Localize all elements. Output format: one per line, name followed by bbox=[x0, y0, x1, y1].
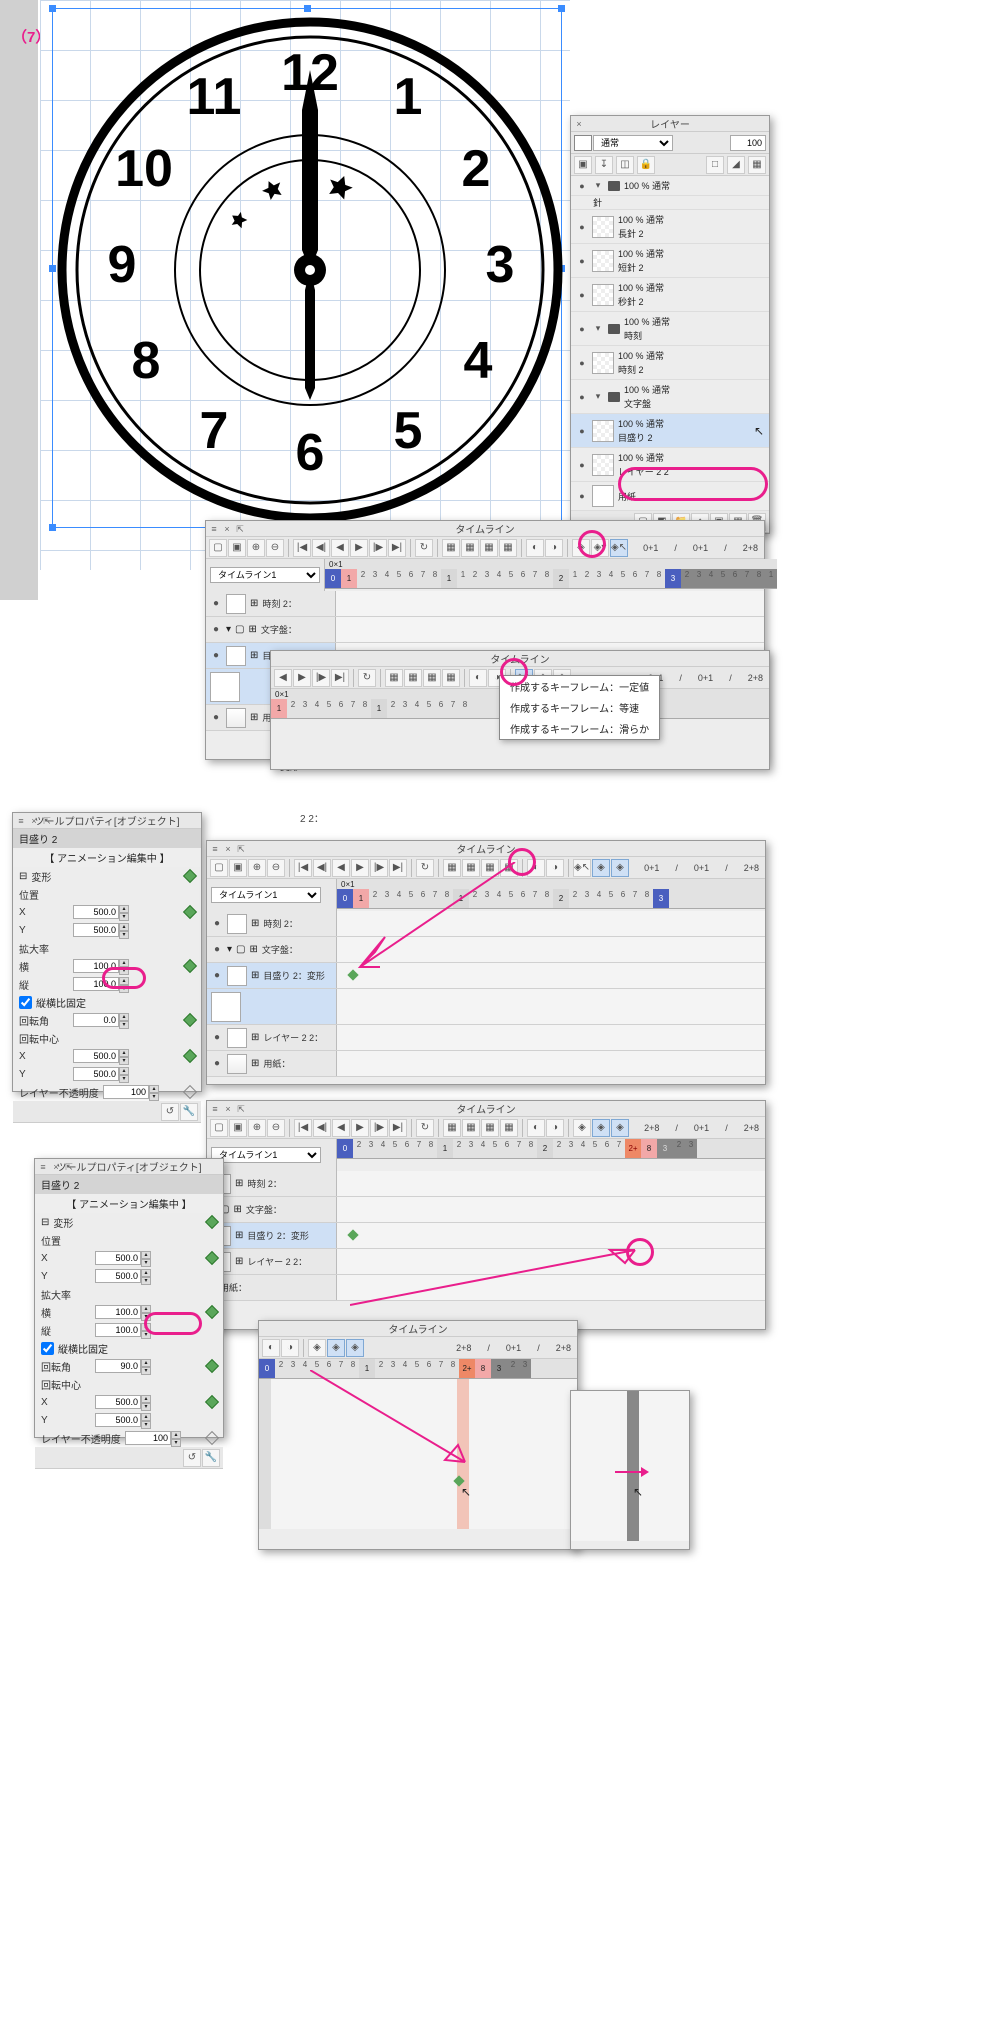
layer-item-selected[interactable]: ●100 % 通常目盛り 2↖ bbox=[571, 414, 769, 448]
tool-property-1: ≡×⇱ツールプロパティ[オブジェクト] 目盛り 2 【 アニメーション編集中 】… bbox=[12, 812, 202, 1092]
rotation-input-90[interactable] bbox=[95, 1359, 141, 1373]
blend-mode-select[interactable]: 通常 bbox=[593, 135, 673, 151]
rotation-input[interactable] bbox=[73, 1013, 119, 1027]
menu-smooth[interactable]: 作成するキーフレーム：滑らか bbox=[500, 718, 659, 739]
center-y-input[interactable] bbox=[73, 1067, 119, 1081]
zoom-in-icon[interactable]: ⊕ bbox=[247, 539, 265, 557]
keyframe-add-icon[interactable]: ◈ bbox=[572, 539, 590, 557]
tool-property-2: ≡×⇱ツールプロパティ[オブジェクト] 目盛り 2 【 アニメーション編集中 】… bbox=[34, 1158, 224, 1438]
ref-layer-icon[interactable]: ↧ bbox=[595, 156, 613, 174]
pos-x-input[interactable] bbox=[73, 905, 119, 919]
menu-constant[interactable]: 作成するキーフレーム：一定値 bbox=[500, 676, 659, 697]
next-frame-icon[interactable]: |▶ bbox=[369, 539, 387, 557]
svg-text:3: 3 bbox=[486, 236, 515, 294]
svg-text:4: 4 bbox=[464, 332, 493, 390]
svg-text:11: 11 bbox=[187, 68, 242, 126]
menu-linear[interactable]: 作成するキーフレーム：等速 bbox=[500, 697, 659, 718]
lock-aspect-checkbox[interactable] bbox=[19, 996, 32, 1009]
lock-layer-icon[interactable]: ▣ bbox=[574, 156, 592, 174]
layer-item[interactable]: ●100 % 通常時刻 2 bbox=[571, 346, 769, 380]
onion-icon[interactable]: ◐ bbox=[526, 539, 544, 557]
layer-item[interactable]: ●用紙 bbox=[571, 482, 769, 511]
light-table-icon[interactable]: ◑ bbox=[545, 539, 563, 557]
svg-text:1: 1 bbox=[394, 68, 423, 126]
layer-item[interactable]: ●100 % 通常レイヤー 2 2 bbox=[571, 448, 769, 482]
scale-h-input[interactable] bbox=[73, 977, 119, 991]
lock-icon[interactable]: 🔒 bbox=[637, 156, 655, 174]
svg-text:10: 10 bbox=[115, 140, 173, 198]
svg-text:6: 6 bbox=[296, 424, 325, 482]
timeline-panel-2: タイムライン ◀▶|▶▶| ↻ ▦▦▦▦ ◐◑ ◈↖◈◈ 0+1/0+1/2+8… bbox=[270, 650, 770, 770]
pos-y-input[interactable] bbox=[73, 923, 119, 937]
timeline-panel-5: タイムライン ◐◑◈◈◈ 2+8/0+1/2+8 02345678 123456… bbox=[258, 1320, 578, 1550]
ruler-icon[interactable]: ◢ bbox=[727, 156, 745, 174]
go-end-icon[interactable]: ▶| bbox=[388, 539, 406, 557]
layer-folder[interactable]: ●▾100 % 通常 bbox=[571, 176, 769, 196]
layer-color-icon[interactable]: ▦ bbox=[748, 156, 766, 174]
layer-item[interactable]: ●100 % 通常長針 2 bbox=[571, 210, 769, 244]
opacity-input[interactable] bbox=[103, 1085, 149, 1099]
layer-list: ●▾100 % 通常 針 ●100 % 通常長針 2 ●100 % 通常短針 2… bbox=[571, 176, 769, 511]
loop-icon[interactable]: ↻ bbox=[415, 539, 433, 557]
cel-icon[interactable]: ▦ bbox=[442, 539, 460, 557]
color-swatch[interactable] bbox=[574, 135, 592, 151]
timeline-panel-6: ↖ bbox=[570, 1390, 690, 1550]
zoom-out-icon[interactable]: ⊖ bbox=[266, 539, 284, 557]
timeline-panel-3: ≡×⇱タイムライン ▢▣⊕⊖ |◀◀|◀▶|▶▶| ↻▦▦▦▦ ◐◑ ◈↖◈◈ … bbox=[206, 840, 766, 1085]
play-reverse-icon[interactable]: ◀ bbox=[331, 539, 349, 557]
svg-text:8: 8 bbox=[132, 332, 161, 390]
keyframe-enable-icon[interactable]: ◈↖ bbox=[610, 539, 628, 557]
go-start-icon[interactable]: |◀ bbox=[293, 539, 311, 557]
svg-text:2: 2 bbox=[462, 140, 491, 198]
keyframe-type-icon[interactable]: ◈▾ bbox=[591, 539, 609, 557]
svg-text:7: 7 bbox=[200, 402, 229, 460]
layer-item[interactable]: ●100 % 通常秒針 2 bbox=[571, 278, 769, 312]
cel-batch-icon[interactable]: ▦ bbox=[461, 539, 479, 557]
draft-layer-icon[interactable]: ◫ bbox=[616, 156, 634, 174]
cel-dup-icon[interactable]: ▦ bbox=[480, 539, 498, 557]
canvas[interactable]: 1212 345 678 91011 bbox=[40, 0, 570, 570]
layer-item[interactable]: ●100 % 通常短針 2 bbox=[571, 244, 769, 278]
keyframe-type-menu[interactable]: 作成するキーフレーム：一定値 作成するキーフレーム：等速 作成するキーフレーム：… bbox=[499, 675, 660, 740]
svg-text:5: 5 bbox=[394, 402, 423, 460]
keyframe-add-icon[interactable]: ◈↖ bbox=[573, 859, 591, 877]
close-icon[interactable]: × bbox=[222, 524, 232, 534]
panel-title: レイヤー bbox=[650, 116, 690, 131]
layer-folder[interactable]: ●▾100 % 通常文字盤 bbox=[571, 380, 769, 414]
svg-text:9: 9 bbox=[108, 236, 137, 294]
new-folder-icon[interactable]: ▣ bbox=[228, 539, 246, 557]
timeline-panel-4: ≡×⇱タイムライン ▢▣⊕⊖ |◀◀|◀▶|▶▶| ↻▦▦▦▦ ◐◑◈◈◈ 2+… bbox=[206, 1100, 766, 1330]
layer-folder[interactable]: ●▾100 % 通常時刻 bbox=[571, 312, 769, 346]
prev-frame-icon[interactable]: ◀| bbox=[312, 539, 330, 557]
target-layer: 目盛り 2 bbox=[13, 829, 201, 848]
scale-w-input[interactable] bbox=[73, 959, 119, 973]
opacity-input[interactable] bbox=[730, 135, 766, 151]
mask-icon[interactable]: □ bbox=[706, 156, 724, 174]
close-icon[interactable]: × bbox=[574, 119, 584, 129]
layer-panel: × レイヤー 通常 ▣ ↧ ◫ 🔒 □ ◢ ▦ ●▾100 % 通常 針 ●100… bbox=[570, 115, 770, 534]
reset-icon[interactable]: ↺ bbox=[161, 1103, 179, 1121]
center-x-input[interactable] bbox=[73, 1049, 119, 1063]
timeline-selector[interactable]: タイムライン1 bbox=[210, 567, 320, 583]
cel-del-icon[interactable]: ▦ bbox=[499, 539, 517, 557]
wrench-icon[interactable]: 🔧 bbox=[180, 1103, 198, 1121]
new-clip-icon[interactable]: ▢ bbox=[209, 539, 227, 557]
play-icon[interactable]: ▶ bbox=[350, 539, 368, 557]
